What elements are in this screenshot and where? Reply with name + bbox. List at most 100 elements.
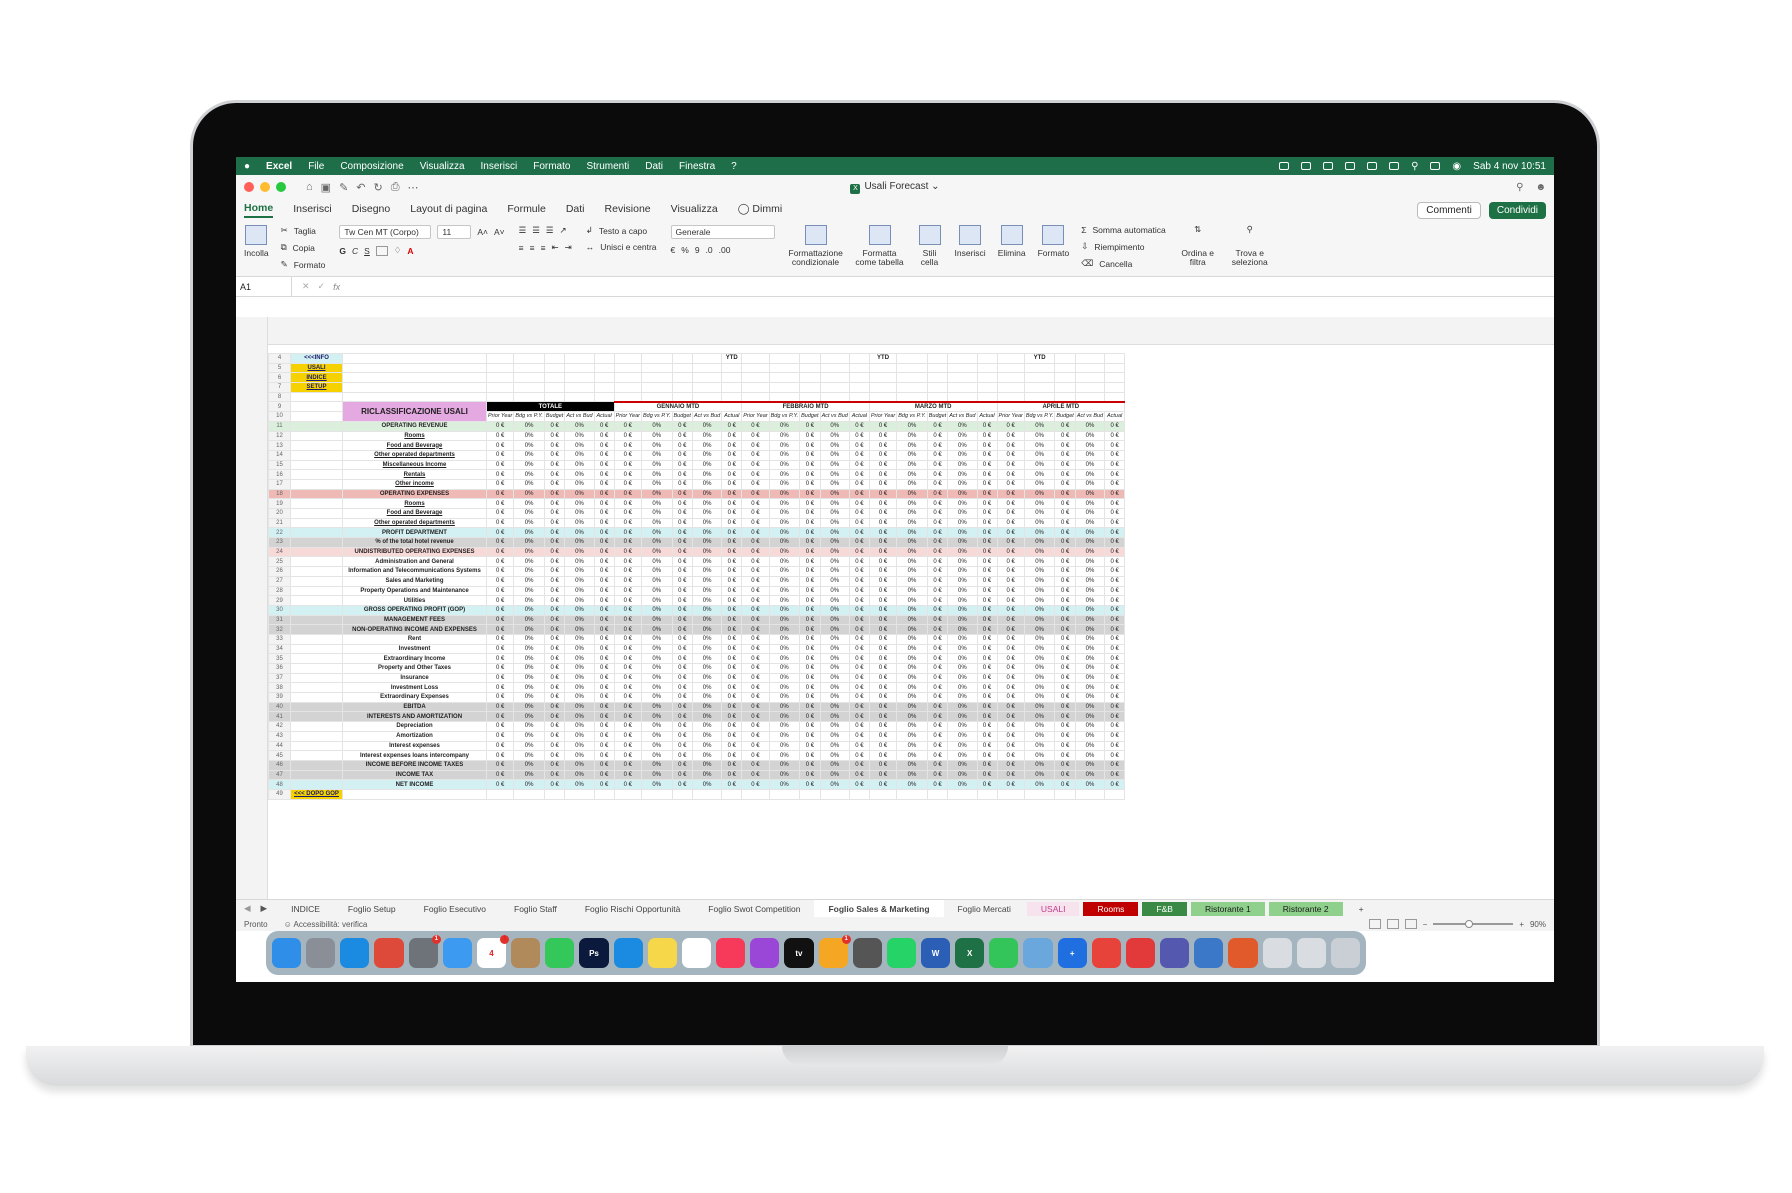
value-cell[interactable]: 0 €	[485, 614, 515, 626]
value-cell[interactable]: 0 €	[996, 430, 1025, 442]
menu-formato[interactable]: Formato	[533, 161, 570, 172]
value-cell[interactable]: 0 €	[721, 614, 743, 626]
value-cell[interactable]: 0%	[640, 721, 673, 732]
value-cell[interactable]: 0 €	[671, 478, 693, 490]
value-cell[interactable]: 0 €	[543, 682, 566, 694]
value-cell[interactable]: 0 €	[1054, 643, 1076, 655]
value-cell[interactable]: 0 €	[976, 711, 998, 723]
value-cell[interactable]: 0 €	[926, 449, 949, 461]
value-cell[interactable]: 0 €	[613, 663, 642, 674]
value-cell[interactable]: 0%	[513, 730, 545, 742]
value-cell[interactable]: 0%	[691, 653, 723, 664]
column-header[interactable]: Bdg vs P.Y.	[768, 411, 801, 422]
row-number[interactable]: 8	[268, 391, 291, 403]
value-cell[interactable]: 0%	[1074, 769, 1106, 781]
value-cell[interactable]: 0 €	[543, 759, 566, 771]
value-cell[interactable]: 0 €	[868, 759, 898, 771]
value-cell[interactable]: 0 €	[996, 604, 1025, 616]
cell[interactable]	[613, 353, 642, 364]
cell[interactable]	[947, 391, 978, 403]
value-cell[interactable]: 0 €	[543, 604, 566, 616]
value-cell[interactable]: 0 €	[721, 692, 743, 703]
value-cell[interactable]: 0%	[896, 556, 928, 568]
value-cell[interactable]: 0 €	[485, 459, 515, 471]
menu-composizione[interactable]: Composizione	[340, 161, 403, 172]
value-cell[interactable]: 0 €	[996, 672, 1025, 684]
value-cell[interactable]: 0 €	[613, 556, 642, 568]
value-cell[interactable]: 0 €	[593, 711, 615, 723]
value-cell[interactable]: 0 €	[593, 546, 615, 558]
value-cell[interactable]: 0 €	[799, 682, 821, 694]
value-cell[interactable]: 0 €	[976, 430, 998, 442]
value-cell[interactable]: 0 €	[613, 420, 642, 432]
value-cell[interactable]: 0%	[947, 682, 978, 694]
value-cell[interactable]: 0 €	[868, 498, 898, 509]
value-cell[interactable]: 0%	[640, 614, 673, 626]
align-top-icon[interactable]: ☰	[519, 225, 527, 236]
value-cell[interactable]: 0%	[896, 459, 928, 471]
value-cell[interactable]: 0 €	[671, 604, 693, 616]
value-cell[interactable]: 0%	[1023, 449, 1056, 461]
value-cell[interactable]: 0 €	[1104, 604, 1126, 616]
value-cell[interactable]: 0 €	[976, 469, 998, 480]
cell[interactable]	[290, 721, 343, 732]
cell[interactable]	[640, 788, 673, 800]
value-cell[interactable]: 0%	[564, 769, 595, 781]
value-cell[interactable]: 0%	[1074, 711, 1106, 723]
value-cell[interactable]: 0%	[896, 711, 928, 723]
value-cell[interactable]: 0%	[691, 546, 723, 558]
row-number[interactable]: 36	[268, 663, 291, 674]
value-cell[interactable]: 0%	[691, 420, 723, 432]
value-cell[interactable]: 0%	[564, 633, 595, 645]
value-cell[interactable]: 0 €	[485, 556, 515, 568]
value-cell[interactable]: 0 €	[1054, 740, 1076, 752]
cell[interactable]	[926, 353, 949, 364]
value-cell[interactable]: 0 €	[868, 779, 898, 790]
value-cell[interactable]: 0%	[819, 711, 850, 723]
value-cell[interactable]: 0 €	[543, 517, 566, 529]
value-cell[interactable]: 0 €	[741, 556, 770, 568]
value-cell[interactable]: 0 €	[799, 517, 821, 529]
value-cell[interactable]: 0 €	[671, 517, 693, 529]
value-cell[interactable]: 0%	[640, 420, 673, 432]
value-cell[interactable]: 0%	[1074, 779, 1106, 790]
value-cell[interactable]: 0 €	[543, 769, 566, 781]
value-cell[interactable]: 0 €	[976, 701, 998, 713]
cell[interactable]	[741, 391, 770, 403]
value-cell[interactable]: 0 €	[613, 585, 642, 597]
value-cell[interactable]: 0%	[1074, 750, 1106, 761]
value-cell[interactable]: 0 €	[613, 430, 642, 442]
value-cell[interactable]: 0 €	[741, 692, 770, 703]
cell[interactable]	[926, 391, 949, 403]
cell[interactable]	[290, 391, 343, 403]
value-cell[interactable]: 0 €	[593, 575, 615, 587]
value-cell[interactable]: 0%	[947, 449, 978, 461]
cell[interactable]	[947, 362, 978, 374]
value-cell[interactable]: 0%	[513, 750, 545, 761]
value-cell[interactable]: 0%	[564, 604, 595, 616]
value-cell[interactable]: 0%	[1074, 585, 1106, 597]
value-cell[interactable]: 0%	[640, 537, 673, 548]
value-cell[interactable]: 0 €	[671, 449, 693, 461]
value-cell[interactable]: 0%	[513, 633, 545, 645]
value-cell[interactable]: 0%	[1023, 546, 1056, 558]
value-cell[interactable]: 0%	[819, 682, 850, 694]
value-cell[interactable]: 0 €	[1104, 595, 1126, 606]
value-cell[interactable]: 0 €	[485, 633, 515, 645]
value-cell[interactable]: 0 €	[721, 575, 743, 587]
value-cell[interactable]: 0%	[691, 740, 723, 752]
row-number[interactable]: 38	[268, 682, 291, 694]
value-cell[interactable]: 0 €	[671, 440, 693, 451]
value-cell[interactable]: 0%	[947, 440, 978, 451]
value-cell[interactable]: 0%	[691, 585, 723, 597]
value-cell[interactable]: 0 €	[741, 769, 770, 781]
row-label[interactable]: Interest expenses	[342, 740, 487, 752]
value-cell[interactable]: 0 €	[721, 556, 743, 568]
value-cell[interactable]: 0 €	[1104, 692, 1126, 703]
value-cell[interactable]: 0%	[819, 653, 850, 664]
value-cell[interactable]: 0 €	[1104, 556, 1126, 568]
cell[interactable]	[513, 353, 545, 364]
cell[interactable]	[290, 517, 343, 529]
cell[interactable]	[799, 353, 821, 364]
value-cell[interactable]: 0%	[1074, 730, 1106, 742]
